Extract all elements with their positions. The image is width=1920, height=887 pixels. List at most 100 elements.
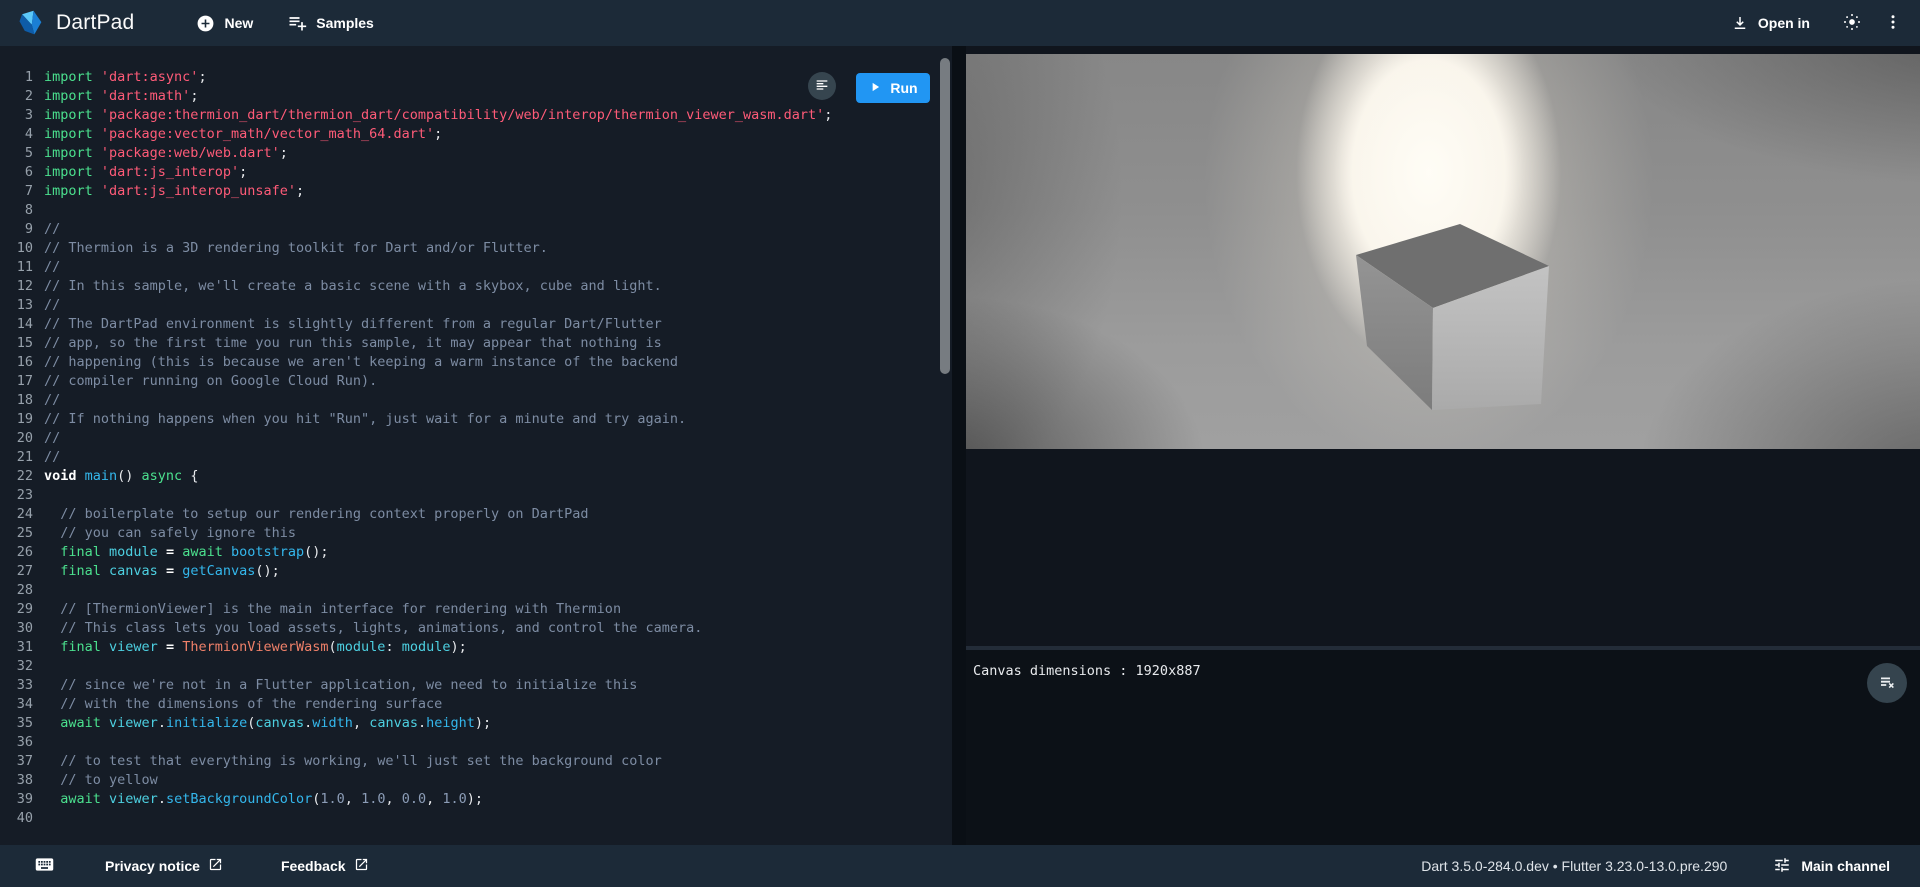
new-button[interactable]: New (196, 14, 253, 33)
app-bar-right: Open in (1731, 8, 1920, 39)
code-line: 3import 'package:thermion_dart/thermion_… (0, 106, 938, 125)
code-line: 25 // you can safely ignore this (0, 524, 938, 543)
line-number: 12 (0, 277, 44, 296)
code-text: final canvas = getCanvas(); (44, 562, 280, 581)
code-token: canvas (255, 715, 304, 731)
code-line: 27 final canvas = getCanvas(); (0, 562, 938, 581)
code-area[interactable]: 1import 'dart:async';2import 'dart:math'… (0, 68, 938, 828)
line-number: 5 (0, 144, 44, 163)
code-line: 1import 'dart:async'; (0, 68, 938, 87)
line-number: 8 (0, 201, 44, 220)
code-token: await (182, 544, 231, 560)
tune-icon (1773, 856, 1791, 877)
code-token: import (44, 126, 101, 142)
code-token: import (44, 107, 101, 123)
code-line: 4import 'package:vector_math/vector_math… (0, 125, 938, 144)
code-text: // with the dimensions of the rendering … (44, 695, 442, 714)
code-token: // (44, 297, 60, 313)
line-number: 38 (0, 771, 44, 790)
channel-selector[interactable]: Main channel (1773, 856, 1890, 877)
code-text: // boilerplate to setup our rendering co… (44, 505, 589, 524)
line-number: 36 (0, 733, 44, 752)
code-token: // (44, 449, 60, 465)
run-button[interactable]: Run (856, 73, 930, 103)
feedback-link[interactable]: Feedback (281, 857, 369, 875)
theme-toggle-button[interactable] (1838, 8, 1866, 39)
code-token: . (158, 791, 166, 807)
code-text: import 'dart:js_interop'; (44, 163, 247, 182)
code-token: // The DartPad environment is slightly d… (44, 316, 662, 332)
render-canvas[interactable] (966, 54, 1920, 449)
code-line: 5import 'package:web/web.dart'; (0, 144, 938, 163)
open-in-new-icon (208, 857, 223, 875)
dartpad-logo (16, 9, 44, 37)
brightness-sun-icon (1842, 12, 1862, 35)
open-in-button[interactable]: Open in (1731, 14, 1810, 32)
code-token: 1.0 (320, 791, 344, 807)
code-token: ; (190, 88, 198, 104)
code-token: await (44, 791, 109, 807)
line-number: 21 (0, 448, 44, 467)
code-token: : (385, 639, 401, 655)
editor-scrollbar[interactable] (940, 58, 950, 374)
code-line: 23 (0, 486, 938, 505)
line-number: 27 (0, 562, 44, 581)
line-number: 9 (0, 220, 44, 239)
code-text: // Thermion is a 3D rendering toolkit fo… (44, 239, 548, 258)
samples-button[interactable]: Samples (287, 13, 374, 33)
code-text: void main() async { (44, 467, 198, 486)
status-bar-right: Dart 3.5.0-284.0.dev • Flutter 3.23.0-13… (1421, 856, 1920, 877)
code-token: final (44, 544, 109, 560)
code-token: viewer (109, 639, 158, 655)
panel-splitter[interactable] (952, 46, 966, 845)
feedback-label: Feedback (281, 858, 346, 874)
code-token: initialize (166, 715, 247, 731)
code-token: // to test that everything is working, w… (44, 753, 662, 769)
code-text: final viewer = ThermionViewerWasm(module… (44, 638, 467, 657)
code-token: viewer (109, 715, 158, 731)
open-in-label: Open in (1758, 15, 1810, 31)
code-text: // This class lets you load assets, ligh… (44, 619, 702, 638)
code-line: 8 (0, 201, 938, 220)
code-token: . (158, 715, 166, 731)
code-line: 29 // [ThermionViewer] is the main inter… (0, 600, 938, 619)
code-token: canvas (369, 715, 418, 731)
code-text: import 'dart:math'; (44, 87, 198, 106)
clear-console-button[interactable] (1867, 663, 1907, 703)
format-align-icon (814, 77, 830, 96)
console-panel: Canvas dimensions : 1920x887 (966, 650, 1920, 845)
code-token: = (158, 544, 182, 560)
line-number: 7 (0, 182, 44, 201)
line-number: 14 (0, 315, 44, 334)
code-text: // In this sample, we'll create a basic … (44, 277, 662, 296)
code-line: 20// (0, 429, 938, 448)
code-editor[interactable]: 1import 'dart:async';2import 'dart:math'… (0, 46, 952, 845)
code-token: // (44, 259, 60, 275)
line-number: 40 (0, 809, 44, 828)
code-token: ; (824, 107, 832, 123)
code-token: await (44, 715, 109, 731)
code-token: ); (475, 715, 491, 731)
line-number: 1 (0, 68, 44, 87)
code-text: // you can safely ignore this (44, 524, 296, 543)
playlist-add-icon (287, 13, 307, 33)
code-line: 30 // This class lets you load assets, l… (0, 619, 938, 638)
line-number: 3 (0, 106, 44, 125)
privacy-notice-link[interactable]: Privacy notice (105, 857, 223, 875)
code-token: ; (280, 145, 288, 161)
overflow-menu-button[interactable] (1880, 9, 1906, 38)
channel-label: Main channel (1801, 858, 1890, 874)
format-button[interactable] (808, 72, 836, 100)
keyboard-shortcuts-button[interactable] (30, 850, 59, 882)
code-line: 22void main() async { (0, 467, 938, 486)
line-number: 13 (0, 296, 44, 315)
code-line: 36 (0, 733, 938, 752)
code-token: // boilerplate to setup our rendering co… (44, 506, 589, 522)
code-token: . (418, 715, 426, 731)
code-token: // (44, 430, 60, 446)
code-line: 18// (0, 391, 938, 410)
code-line: 19// If nothing happens when you hit "Ru… (0, 410, 938, 429)
code-text: // If nothing happens when you hit "Run"… (44, 410, 686, 429)
line-number: 28 (0, 581, 44, 600)
line-number: 29 (0, 600, 44, 619)
